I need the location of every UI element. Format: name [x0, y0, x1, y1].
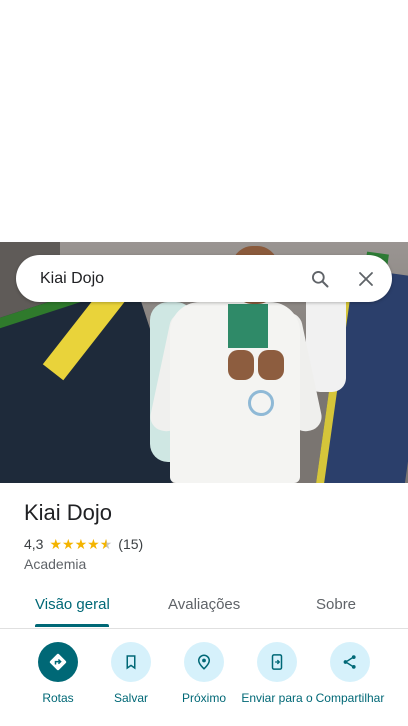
send-to-phone-icon	[257, 642, 297, 682]
search-icon[interactable]	[300, 259, 340, 299]
reviews-count[interactable]: (15)	[118, 536, 143, 552]
send-to-phone-label: Enviar para o	[241, 691, 313, 705]
bookmark-icon	[111, 642, 151, 682]
place-category: Academia	[24, 556, 87, 572]
map-area	[0, 0, 408, 242]
nearby-button[interactable]: Próximo	[164, 642, 244, 705]
tab-reviews[interactable]: Avaliações	[168, 596, 240, 613]
place-title: Kiai Dojo	[24, 500, 113, 525]
share-icon	[330, 642, 370, 682]
active-tab-indicator	[35, 624, 109, 627]
nearby-label: Próximo	[181, 691, 226, 705]
rating-stars: ★ ★ ★ ★ ★	[49, 537, 112, 551]
close-icon[interactable]	[346, 259, 386, 299]
search-bar[interactable]: Kiai Dojo	[16, 255, 392, 302]
share-label: Compartilhar	[315, 691, 385, 705]
tab-overview[interactable]: Visão geral	[35, 596, 110, 613]
send-to-phone-button[interactable]: Enviar para o	[237, 642, 317, 705]
star-icon: ★	[49, 536, 63, 552]
rating-row[interactable]: 4,3 ★ ★ ★ ★ ★ (15)	[24, 536, 143, 552]
star-icon: ★	[62, 536, 75, 552]
save-button[interactable]: Salvar	[91, 642, 171, 705]
nearby-icon	[184, 642, 224, 682]
directions-button[interactable]: Rotas	[18, 642, 98, 705]
save-label: Salvar	[113, 691, 148, 705]
directions-icon	[38, 642, 78, 682]
star-icon: ★	[74, 536, 88, 552]
share-button[interactable]: Compartilhar	[310, 642, 390, 705]
tab-bar: Visão geral Avaliações Sobre	[0, 584, 408, 629]
rating-value: 4,3	[24, 536, 44, 552]
directions-label: Rotas	[42, 691, 74, 705]
star-icon: ★	[87, 536, 100, 552]
half-star-icon: ★	[99, 536, 113, 552]
search-input[interactable]: Kiai Dojo	[40, 270, 300, 288]
tab-about[interactable]: Sobre	[316, 596, 356, 613]
